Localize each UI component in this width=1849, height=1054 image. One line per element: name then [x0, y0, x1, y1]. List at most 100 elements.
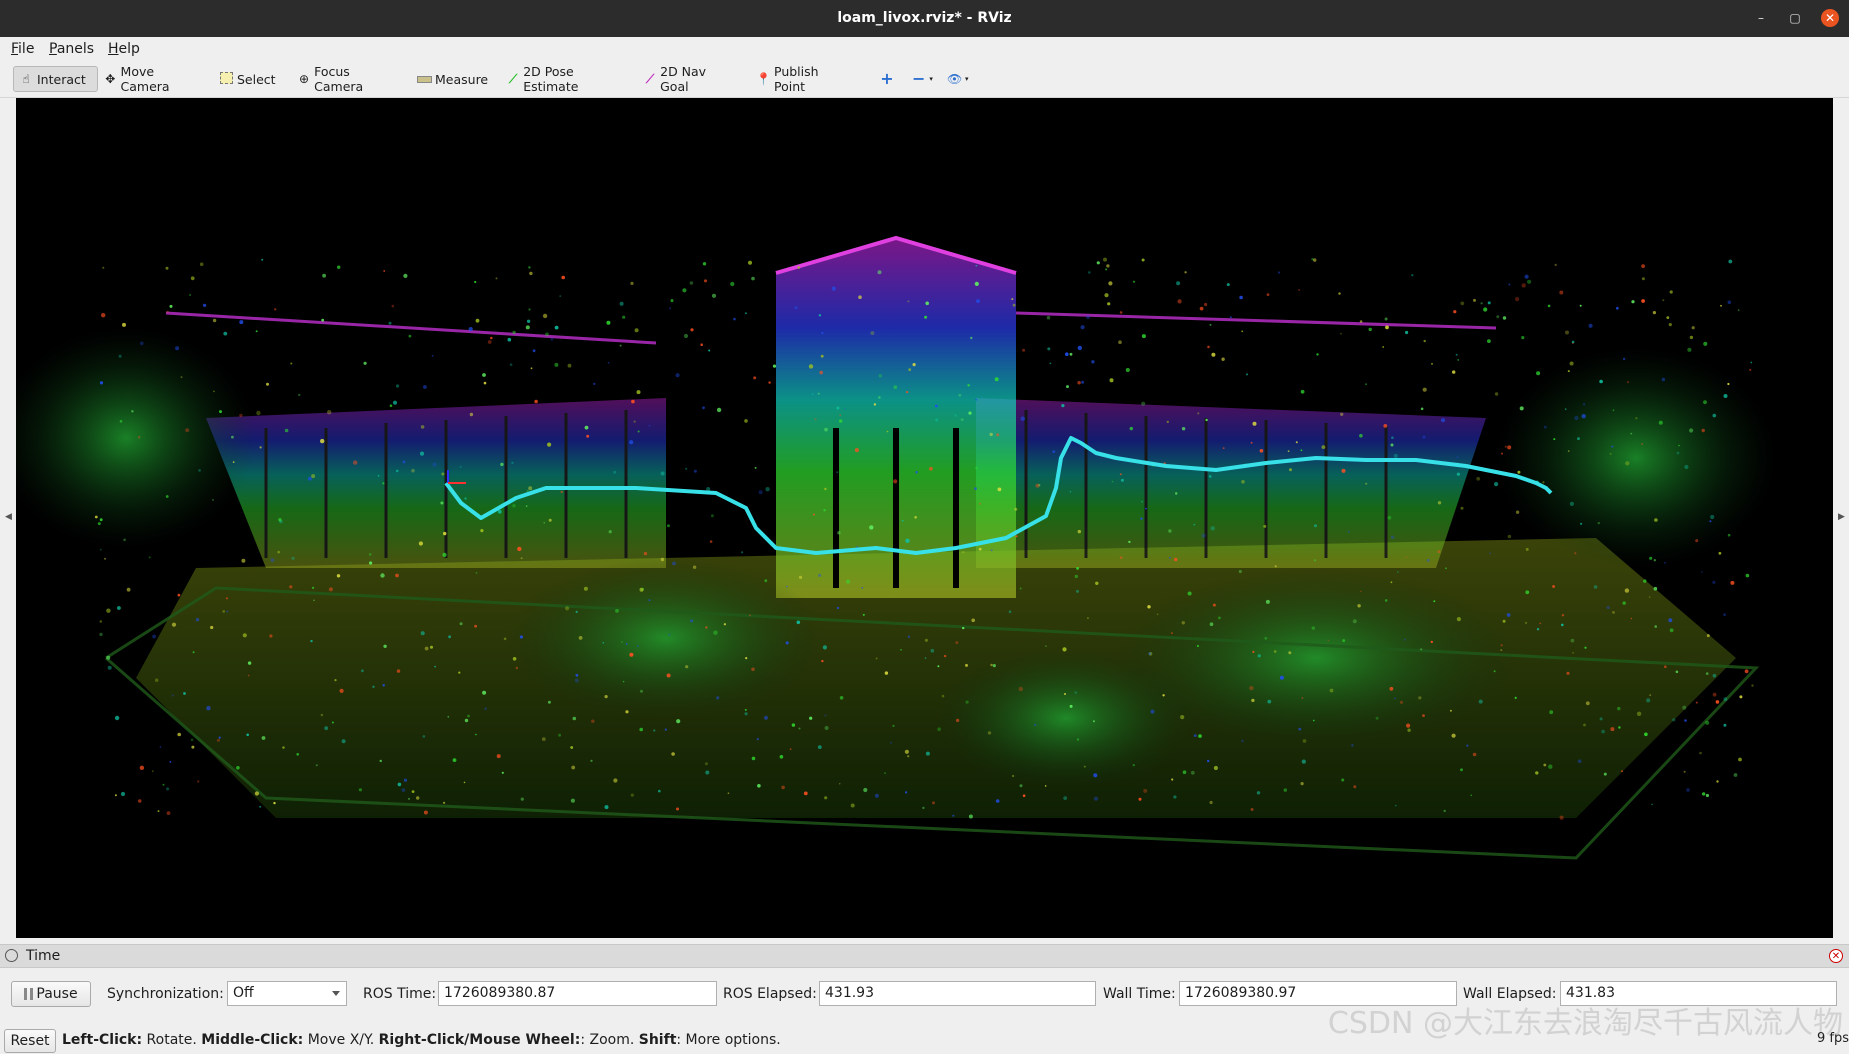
publish-point-tool[interactable]: 📍 Publish Point — [751, 64, 851, 94]
menu-file-label: ile — [18, 41, 35, 57]
cloud-point — [1411, 274, 1414, 277]
cloud-point — [613, 470, 617, 474]
ros-time-field[interactable]: 1726089380.87 — [438, 981, 717, 1006]
window-titlebar[interactable]: loam_livox.rviz* - RViz – ▢ ✕ — [0, 0, 1849, 37]
close-panel-icon[interactable]: ✕ — [1829, 949, 1843, 963]
cloud-point — [191, 745, 195, 749]
cloud-point — [1493, 670, 1496, 673]
add-tool-button[interactable]: + — [875, 66, 901, 92]
cloud-point — [1077, 529, 1082, 534]
maximize-icon[interactable]: ▢ — [1786, 9, 1804, 27]
cloud-point — [798, 575, 803, 579]
cloud-point — [873, 403, 877, 406]
hint-right-click: : Zoom. — [580, 1032, 639, 1048]
tool-visibility-button[interactable]: 👁 ▾ — [942, 66, 972, 92]
cloud-point — [1487, 339, 1491, 343]
cloud-point — [423, 810, 428, 815]
pause-button[interactable]: Pause — [11, 981, 91, 1007]
menu-file[interactable]: File — [11, 41, 34, 57]
cloud-point — [151, 770, 154, 773]
cloud-point — [1316, 353, 1319, 356]
cloud-point — [1703, 341, 1708, 346]
cloud-point — [1542, 481, 1545, 484]
cloud-point — [458, 671, 461, 674]
cloud-point — [1559, 290, 1564, 295]
cloud-point — [1298, 289, 1300, 291]
cloud-point — [1643, 579, 1647, 583]
cloud-point — [976, 299, 980, 303]
cloud-point — [1382, 346, 1385, 348]
render-viewport[interactable] — [16, 98, 1833, 938]
cloud-point — [932, 801, 935, 805]
cloud-point — [604, 805, 609, 810]
cloud-point — [744, 312, 747, 315]
cloud-point — [363, 361, 367, 365]
remove-tool-button[interactable]: − ▾ — [907, 66, 937, 92]
cloud-point — [1141, 401, 1146, 406]
cloud-point — [968, 411, 972, 415]
cloud-point — [1664, 665, 1667, 668]
cloud-point — [496, 754, 501, 759]
menu-panels[interactable]: Panels — [49, 41, 94, 57]
cloud-point — [875, 657, 878, 660]
cloud-point — [1552, 585, 1556, 588]
cloud-point — [118, 354, 122, 358]
cloud-point — [1433, 600, 1436, 603]
select-tool[interactable]: Select — [215, 66, 278, 92]
right-collapse-icon[interactable]: ▶ — [1838, 512, 1845, 522]
cloud-point — [520, 557, 523, 560]
cloud-point — [637, 645, 639, 647]
cloud-point — [548, 518, 552, 522]
cloud-point — [1109, 378, 1114, 383]
cloud-point — [965, 700, 969, 704]
cloud-point — [965, 663, 968, 667]
cloud-point — [1723, 613, 1726, 616]
cloud-point — [512, 657, 517, 661]
time-panel-title: Time — [26, 948, 61, 964]
ros-elapsed-field[interactable]: 431.93 — [819, 981, 1096, 1006]
sync-select[interactable]: Off — [227, 981, 347, 1006]
close-icon[interactable]: ✕ — [1821, 9, 1839, 27]
cloud-point — [685, 467, 688, 470]
cloud-point — [1062, 647, 1067, 652]
cloud-point — [1460, 301, 1465, 306]
measure-tool[interactable]: Measure — [412, 66, 488, 92]
cloud-point — [171, 622, 177, 627]
cloud-point — [819, 370, 823, 375]
cloud-point — [1104, 293, 1109, 298]
cloud-point — [730, 281, 735, 287]
menu-help-mnemonic: H — [108, 41, 119, 57]
cloud-point — [99, 632, 103, 637]
nav-goal-tool[interactable]: ⟋ 2D Nav Goal — [639, 64, 733, 94]
cloud-point — [1063, 796, 1068, 800]
cloud-point — [664, 728, 667, 731]
cloud-point — [1141, 500, 1143, 503]
menu-help[interactable]: Help — [108, 41, 140, 57]
cloud-point — [1404, 638, 1406, 641]
cloud-point — [1086, 315, 1090, 319]
left-collapse-icon[interactable]: ◀ — [5, 512, 12, 522]
minimize-icon[interactable]: – — [1752, 9, 1770, 27]
cloud-point — [114, 794, 117, 797]
cloud-point — [1391, 436, 1394, 440]
cloud-point — [811, 393, 814, 396]
cloud-point — [106, 655, 111, 660]
cloud-point — [274, 308, 277, 311]
cloud-point — [1229, 316, 1232, 319]
cloud-point — [1357, 604, 1361, 608]
reset-button[interactable]: Reset — [4, 1029, 56, 1053]
cloud-point — [692, 565, 697, 569]
pose-estimate-tool[interactable]: ⟋ 2D Pose Estimate — [502, 64, 624, 94]
cloud-point — [1494, 482, 1499, 487]
cloud-point — [377, 474, 380, 477]
cloud-point — [289, 585, 293, 589]
cloud-point — [1061, 404, 1065, 408]
interact-tool[interactable]: ☝ Interact — [13, 66, 98, 92]
move-camera-tool[interactable]: ✥ Move Camera — [99, 64, 203, 94]
cloud-point — [432, 462, 437, 467]
cloud-point — [1691, 326, 1695, 330]
cloud-point — [874, 793, 879, 798]
cloud-point — [670, 299, 674, 303]
cloud-point — [534, 399, 538, 404]
focus-camera-tool[interactable]: ⊕ Focus Camera — [293, 64, 396, 94]
